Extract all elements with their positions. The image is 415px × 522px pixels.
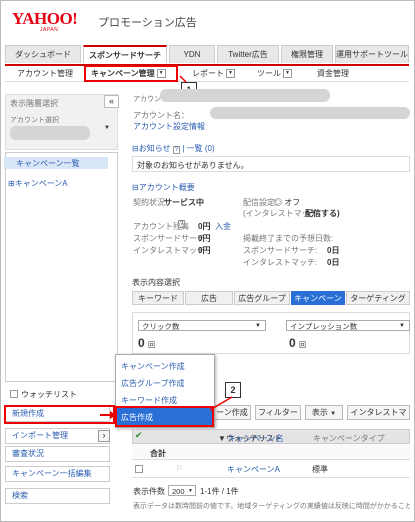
column-campaign-name-label: キャンペーン名: [228, 434, 284, 443]
row-checkbox[interactable]: [135, 465, 143, 473]
table-header: ✔ ▼ウォッチリスト キャンペーン名 キャンペーンタイプ: [132, 429, 410, 444]
flag-icon[interactable]: ⚐: [176, 464, 183, 473]
arrow-head: [110, 411, 116, 419]
page-size-value: 200: [172, 487, 185, 496]
page-size-select[interactable]: 200 ▼: [168, 485, 196, 496]
column-campaign-name[interactable]: キャンペーン名: [228, 433, 284, 444]
page-range: 1-1件 / 1件: [200, 487, 239, 496]
column-campaign-type[interactable]: キャンペーンタイプ: [313, 433, 385, 444]
callout-1-line: [179, 75, 187, 83]
page-size-label: 表示件数: [133, 487, 165, 496]
table-row[interactable]: ⚐ キャンペーンA 標準: [132, 460, 410, 478]
table-footnote: 表示データは数時間前の値です。地域ターゲティングの実績値は反映に時間がかかること…: [133, 503, 410, 510]
row-campaign-type: 標準: [312, 465, 328, 474]
table-total-row: 合計: [132, 444, 410, 460]
row-campaign-name[interactable]: キャンペーンA: [227, 464, 280, 475]
chevron-down-icon: ▼: [188, 488, 193, 494]
callout-2-line: [209, 396, 233, 411]
check-icon: ✔: [135, 430, 143, 440]
total-label: 合計: [150, 449, 166, 458]
